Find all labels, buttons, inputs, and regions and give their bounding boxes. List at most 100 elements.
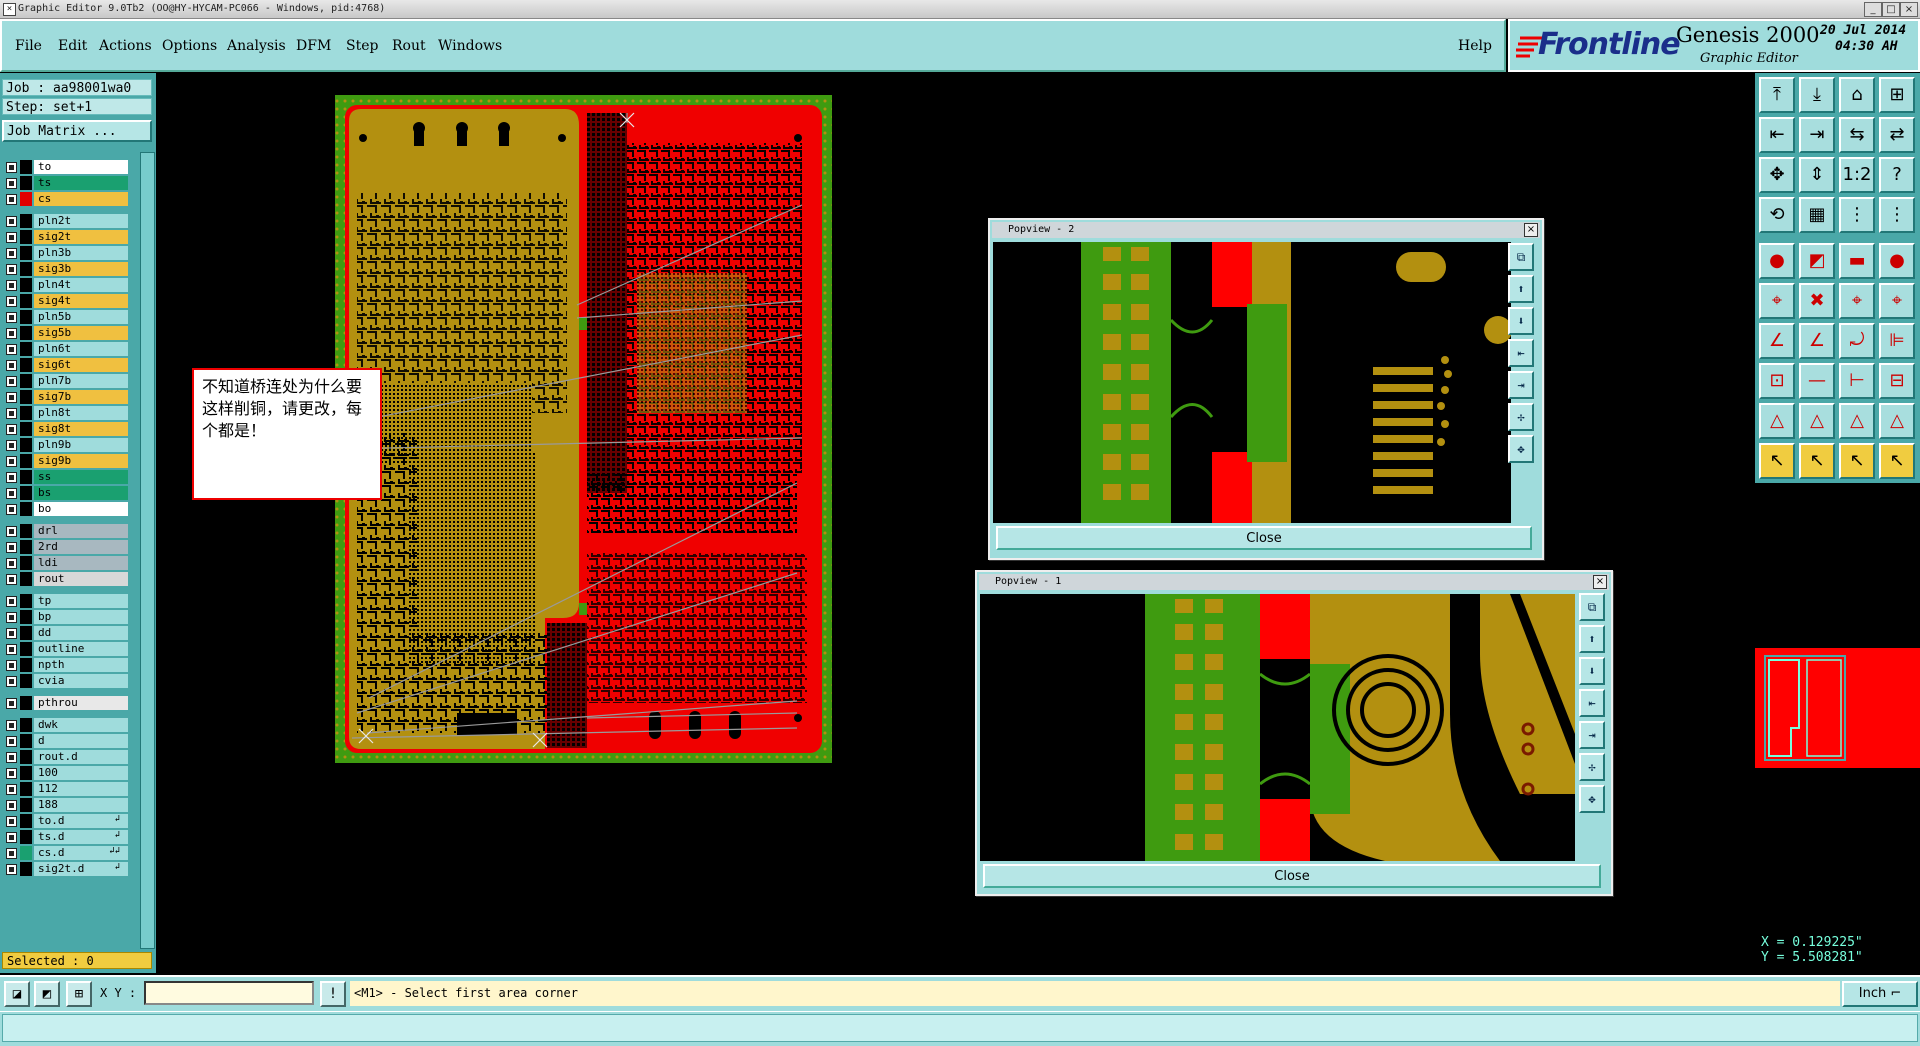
- layer-row[interactable]: cs: [6, 192, 128, 206]
- layer-row[interactable]: outline: [6, 642, 128, 656]
- home-icon[interactable]: ⌂: [1839, 77, 1875, 113]
- layer-color-swatch[interactable]: [20, 766, 32, 780]
- layer-row[interactable]: 188: [6, 798, 128, 812]
- layer-name[interactable]: rout.d: [34, 750, 128, 764]
- layer-checkbox[interactable]: [6, 574, 17, 585]
- layer-name[interactable]: 2rd: [34, 540, 128, 554]
- snap-icon[interactable]: ⟲: [1759, 197, 1795, 233]
- popview-2-close-icon[interactable]: ×: [1524, 223, 1538, 237]
- popview-2-tool-down-icon[interactable]: ⬇: [1508, 307, 1534, 335]
- layer-row[interactable]: tp: [6, 594, 128, 608]
- layer-checkbox[interactable]: [6, 264, 17, 275]
- layer-row[interactable]: pln5b: [6, 310, 128, 324]
- layer-name[interactable]: to: [34, 160, 128, 174]
- layer-color-swatch[interactable]: [20, 310, 32, 324]
- angle-icon[interactable]: ∠: [1759, 323, 1795, 359]
- layer-checkbox[interactable]: [6, 344, 17, 355]
- layer-name[interactable]: outline: [34, 642, 128, 656]
- menu-options[interactable]: Options: [162, 38, 217, 54]
- menu-analysis[interactable]: Analysis: [227, 38, 286, 54]
- save-job-icon[interactable]: ⤓: [1799, 77, 1835, 113]
- layer-checkbox[interactable]: [6, 752, 17, 763]
- slant-icon[interactable]: ∠: [1799, 323, 1835, 359]
- layer-name[interactable]: dwk: [34, 718, 128, 732]
- layer-row[interactable]: sig4t: [6, 294, 128, 308]
- layer-color-swatch[interactable]: [20, 278, 32, 292]
- layer-checkbox[interactable]: [6, 698, 17, 709]
- layer-color-swatch[interactable]: [20, 454, 32, 468]
- layer-checkbox[interactable]: [6, 488, 17, 499]
- menu-help[interactable]: Help: [1458, 38, 1492, 54]
- layer-row[interactable]: rout.d: [6, 750, 128, 764]
- layer-name[interactable]: dd: [34, 626, 128, 640]
- layer-row[interactable]: pln2t: [6, 214, 128, 228]
- popview-2-tool-left-icon[interactable]: ⇤: [1508, 339, 1534, 367]
- grid-view-icon[interactable]: ▦: [1799, 197, 1835, 233]
- info-icon[interactable]: !: [320, 981, 346, 1007]
- layer-row[interactable]: ss: [6, 470, 128, 484]
- layer-checkbox[interactable]: [6, 440, 17, 451]
- layer-name[interactable]: sig2t: [34, 230, 128, 244]
- layer-name[interactable]: pln5b: [34, 310, 128, 324]
- layer-color-swatch[interactable]: [20, 358, 32, 372]
- layer-name[interactable]: ss: [34, 470, 128, 484]
- menu-dfm[interactable]: DFM: [296, 38, 331, 54]
- layer-row[interactable]: sig6t: [6, 358, 128, 372]
- layer-row[interactable]: bp: [6, 610, 128, 624]
- layer-name[interactable]: pln3b: [34, 246, 128, 260]
- layer-name[interactable]: sig3b: [34, 262, 128, 276]
- select-box-icon[interactable]: ⊡: [1759, 363, 1795, 399]
- layer-color-swatch[interactable]: [20, 406, 32, 420]
- layer-row[interactable]: drl: [6, 524, 128, 538]
- layer-checkbox[interactable]: [6, 456, 17, 467]
- popview-2-tool-up-icon[interactable]: ⬆: [1508, 275, 1534, 303]
- layer-name[interactable]: sig9b: [34, 454, 128, 468]
- layer-row[interactable]: pln9b: [6, 438, 128, 452]
- grid-tool-icon[interactable]: ⊞: [66, 981, 92, 1007]
- layer-row[interactable]: 112: [6, 782, 128, 796]
- layer-color-swatch[interactable]: [20, 830, 32, 844]
- triangle-c-icon[interactable]: △: [1839, 403, 1875, 439]
- layer-row[interactable]: ts.d ↲: [6, 830, 128, 844]
- minimize-button[interactable]: _: [1864, 2, 1882, 17]
- layer-color-swatch[interactable]: [20, 326, 32, 340]
- layer-checkbox[interactable]: [6, 194, 17, 205]
- layer-checkbox[interactable]: [6, 784, 17, 795]
- layer-row[interactable]: dd: [6, 626, 128, 640]
- popview-1-tool-up-icon[interactable]: ⬆: [1579, 625, 1605, 653]
- menu-step[interactable]: Step: [346, 38, 378, 54]
- popview-1-tool-zoom-out-icon[interactable]: ✥: [1579, 785, 1605, 813]
- layer-color-swatch[interactable]: [20, 626, 32, 640]
- layer-color-swatch[interactable]: [20, 486, 32, 500]
- layer-name[interactable]: pln2t: [34, 214, 128, 228]
- layer-color-swatch[interactable]: [20, 524, 32, 538]
- overview-minimap[interactable]: [1755, 648, 1920, 768]
- layer-name[interactable]: ts: [34, 176, 128, 190]
- line-tool-icon[interactable]: —: [1799, 363, 1835, 399]
- layer-color-swatch[interactable]: [20, 594, 32, 608]
- fit-icon[interactable]: ✥: [1759, 157, 1795, 193]
- triangle-d-icon[interactable]: △: [1879, 403, 1915, 439]
- layer-name[interactable]: pln7b: [34, 374, 128, 388]
- move-icon[interactable]: ⌖: [1839, 283, 1875, 319]
- layer-color-swatch[interactable]: [20, 696, 32, 710]
- layer-row[interactable]: dwk: [6, 718, 128, 732]
- layer-checkbox[interactable]: [6, 248, 17, 259]
- layer-checkbox[interactable]: [6, 526, 17, 537]
- layer-checkbox[interactable]: [6, 628, 17, 639]
- layer-row[interactable]: bo: [6, 502, 128, 516]
- layer-color-swatch[interactable]: [20, 642, 32, 656]
- layer-row[interactable]: pthrou: [6, 696, 128, 710]
- layer-row[interactable]: pln8t: [6, 406, 128, 420]
- layer-color-swatch[interactable]: [20, 438, 32, 452]
- layer-color-swatch[interactable]: [20, 846, 32, 860]
- measure-a-icon[interactable]: ⋮: [1839, 197, 1875, 233]
- scale-icon[interactable]: 1:2: [1839, 157, 1875, 193]
- layer-name[interactable]: bp: [34, 610, 128, 624]
- layer-checkbox[interactable]: [6, 542, 17, 553]
- layer-name[interactable]: sig6t: [34, 358, 128, 372]
- layer-checkbox[interactable]: [6, 280, 17, 291]
- units-selector[interactable]: Inch ⌐: [1842, 981, 1918, 1007]
- layer-checkbox[interactable]: [6, 360, 17, 371]
- flip-icon[interactable]: ⇄: [1879, 117, 1915, 153]
